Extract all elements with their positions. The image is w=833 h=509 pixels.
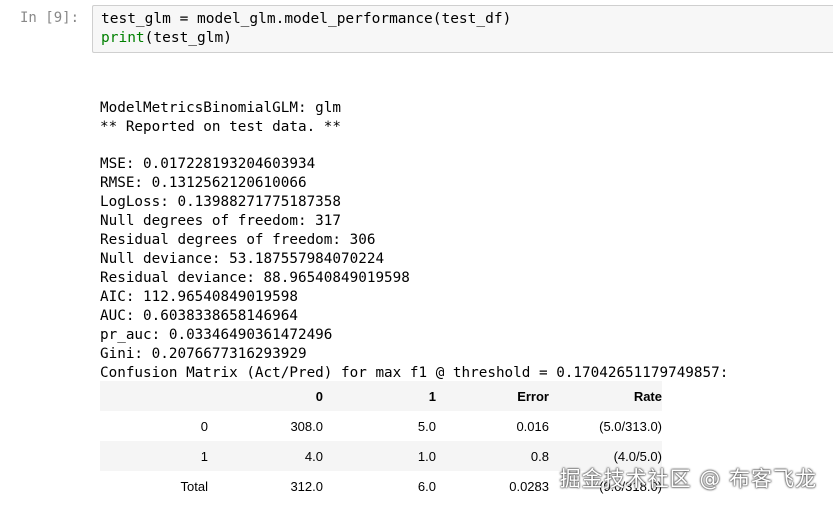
output-line: LogLoss: 0.13988271775187358: [100, 194, 342, 210]
output-line: pr_auc: 0.03346490361472496: [100, 327, 333, 343]
table-cell: 1: [200, 448, 208, 464]
table-cell: 0: [200, 418, 208, 434]
output-line: RMSE: 0.1312562120610066: [100, 175, 307, 191]
output-line: AIC: 112.96540849019598: [100, 289, 298, 305]
print-args: (test_glm): [144, 30, 232, 46]
table-cell: 0.8: [530, 448, 549, 464]
code-line-1: test_glm = model_glm.model_performance(t…: [101, 11, 512, 27]
output-line: Null deviance: 53.187557984070224: [100, 251, 385, 267]
output-line: ModelMetricsBinomialGLM: glm: [100, 100, 342, 116]
output-line: ** Reported on test data. **: [100, 119, 342, 135]
table-cell: 312.0: [290, 478, 323, 494]
table-cell: Total: [180, 478, 208, 494]
table-cell: 0.016: [516, 418, 549, 434]
table-header-cell: 1: [428, 388, 436, 404]
table-header-row: 0 1 Error Rate: [100, 381, 662, 411]
table-cell: 5.0: [417, 418, 436, 434]
watermark: 掘金技术社区 @ 布客飞龙: [559, 467, 817, 491]
table-row: 0 308.0 5.0 0.016 (5.0/313.0): [100, 411, 662, 441]
table-cell: (5.0/313.0): [599, 418, 662, 434]
table-cell: 308.0: [290, 418, 323, 434]
table-header-cell: [100, 381, 210, 411]
code-line-2: print(test_glm): [101, 29, 825, 48]
table-header-cell: 0: [315, 388, 323, 404]
table-cell: 0.0283: [509, 478, 549, 494]
table-cell: 1.0: [417, 448, 436, 464]
cell-prompt: In [9]:: [20, 10, 80, 26]
output-line: Null degrees of freedom: 317: [100, 213, 342, 229]
code-input-cell[interactable]: test_glm = model_glm.model_performance(t…: [92, 5, 833, 53]
cell-output: ModelMetricsBinomialGLM: glm ** Reported …: [100, 80, 728, 402]
output-line: Gini: 0.2076677316293929: [100, 346, 307, 362]
table-cell: 4.0: [304, 448, 323, 464]
table-cell: 6.0: [417, 478, 436, 494]
print-keyword: print: [101, 30, 145, 46]
table-header-cell: Rate: [633, 388, 662, 404]
output-line: AUC: 0.6038338658146964: [100, 308, 298, 324]
output-line: MSE: 0.017228193204603934: [100, 156, 316, 172]
output-line: Residual degrees of freedom: 306: [100, 232, 376, 248]
table-header-cell: Error: [517, 388, 549, 404]
output-line: Residual deviance: 88.96540849019598: [100, 270, 410, 286]
